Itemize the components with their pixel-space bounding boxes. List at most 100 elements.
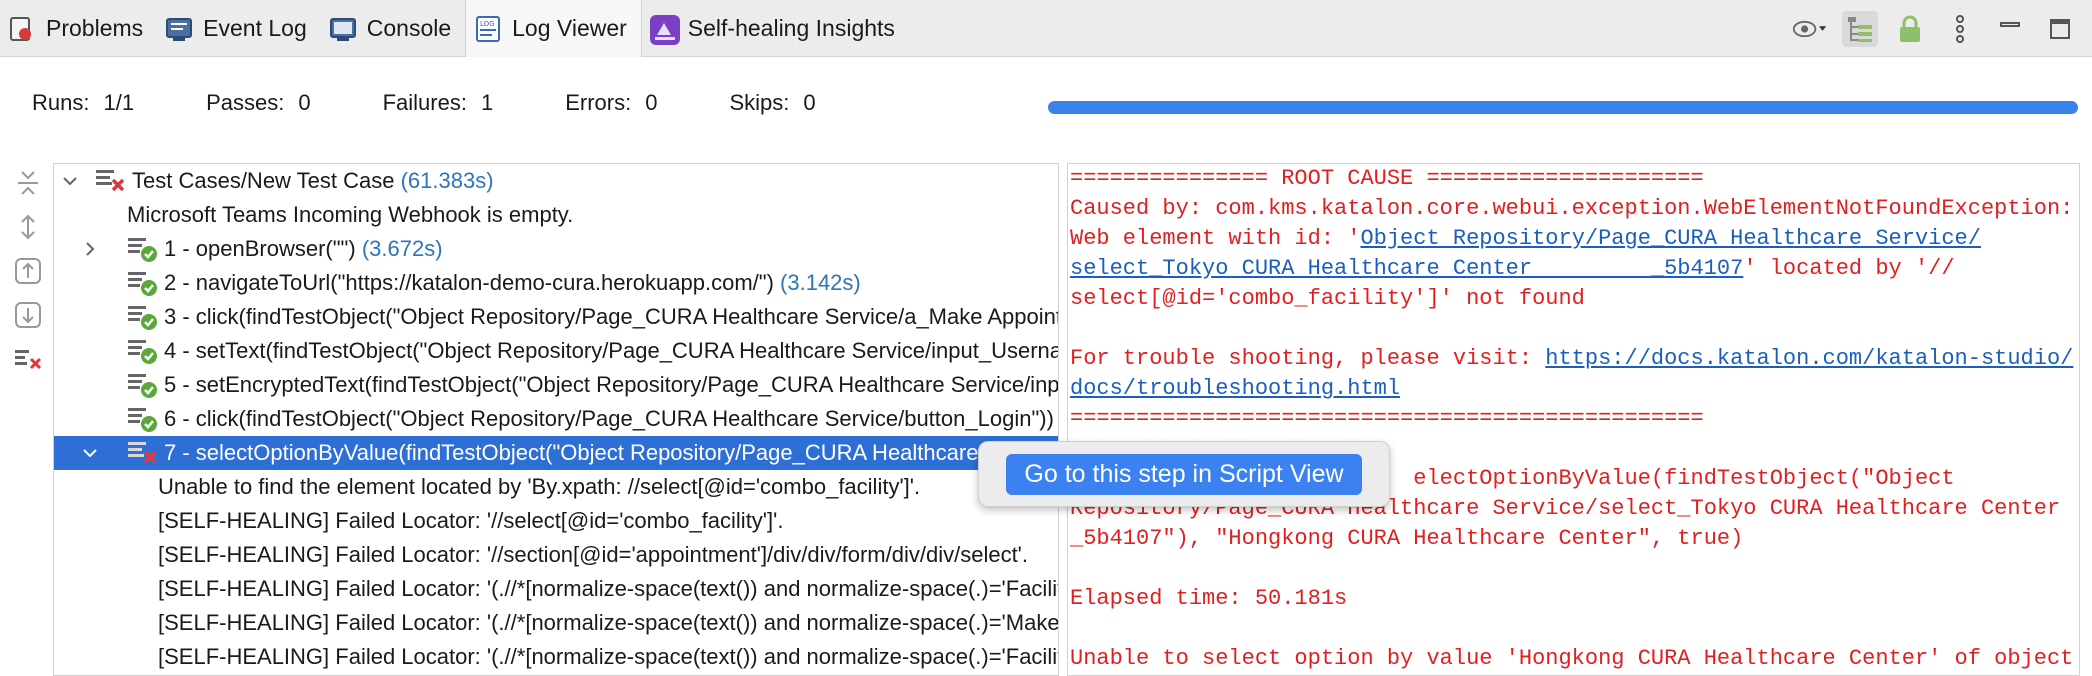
info-message: Microsoft Teams Incoming Webhook is empt… (127, 202, 574, 227)
tree-root-row[interactable]: Test Cases/New Test Case (61.383s) (54, 164, 1058, 198)
skips-label: Skips: (729, 90, 790, 115)
tab-label: Console (366, 15, 452, 41)
collapse-all-icon (18, 171, 38, 195)
lock-icon (1900, 15, 1920, 42)
failures-value: 1 (480, 90, 494, 115)
console-icon (329, 15, 357, 43)
tree-view-toggle[interactable] (1842, 10, 1878, 47)
minimize-icon (2000, 21, 2020, 27)
log-message-row[interactable]: Unable to find the element located by 'B… (54, 470, 1058, 504)
tree-info-row[interactable]: Microsoft Teams Incoming Webhook is empt… (54, 198, 1058, 232)
log-message-row[interactable]: [SELF-HEALING] Failed Locator: '(.//*[no… (54, 640, 1058, 674)
object-repository-link[interactable]: Object Repository/Page_CURA Healthcare S… (1360, 226, 1981, 251)
log-toolbar (10, 165, 50, 385)
step-row-selected[interactable]: 7 - selectOptionByValue(findTestObject("… (54, 436, 1058, 470)
skips-stat: Skips: 0 (729, 90, 815, 116)
failed-test-icon (96, 166, 128, 196)
step-row[interactable]: 2 - navigateToUrl("https://katalon-demo-… (54, 266, 1058, 300)
tab-event-log[interactable]: Event Log (157, 0, 321, 57)
tab-label: Problems (46, 15, 144, 41)
test-case-name: Test Cases/New Test Case (132, 168, 395, 193)
failures-filter-icon (15, 350, 42, 370)
troubleshooting-link[interactable]: docs/troubleshooting.html (1070, 376, 1400, 401)
failures-stat: Failures: 1 (383, 90, 494, 116)
step-call-line: _5b4107"), "Hongkong CURA Healthcare Cen… (1070, 526, 1744, 551)
step-label: 4 - setText(findTestObject("Object Repos… (164, 338, 1058, 363)
arrow-up-icon (15, 258, 41, 284)
log-message: [SELF-HEALING] Failed Locator: '(.//*[no… (158, 610, 1059, 635)
runs-stat: Runs: 1/1 (32, 90, 134, 116)
eye-filter-dropdown[interactable] (1792, 11, 1828, 47)
expand-all-button[interactable] (10, 209, 46, 245)
message-text: ' located by '// (1743, 256, 1955, 281)
passed-step-icon (128, 336, 160, 366)
step-row[interactable]: 1 - openBrowser("") (3.672s) (54, 232, 1058, 266)
minimize-button[interactable] (1992, 11, 2028, 47)
next-failure-button[interactable] (10, 297, 46, 333)
step-label: 1 - openBrowser("") (164, 236, 356, 261)
go-to-script-view-button[interactable]: Go to this step in Script View (1006, 453, 1362, 495)
show-failures-only-button[interactable] (10, 341, 46, 377)
passed-step-icon (128, 302, 160, 332)
tab-console[interactable]: Console (321, 0, 465, 57)
maximize-button[interactable] (2042, 11, 2078, 47)
chevron-down-icon[interactable] (80, 443, 100, 463)
tab-log-viewer[interactable]: LOG Log Viewer (465, 0, 642, 57)
log-message-row[interactable]: [SELF-HEALING] Failed Locator: '(.//*[no… (54, 572, 1059, 606)
passed-step-icon (128, 404, 160, 434)
tab-self-healing-insights[interactable]: Self-healing Insights (642, 0, 909, 57)
tab-label: Event Log (203, 15, 307, 41)
lock-toggle[interactable] (1892, 11, 1928, 47)
log-message: [SELF-HEALING] Failed Locator: '//select… (158, 508, 784, 533)
error-details-panel[interactable]: =============== ROOT CAUSE =============… (1067, 163, 2080, 676)
exception-line: select[@id='combo_facility']' not found (1070, 286, 1585, 311)
log-message: [SELF-HEALING] Failed Locator: '(.//*[no… (158, 576, 1059, 601)
log-message: [SELF-HEALING] Failed Locator: '//sectio… (158, 542, 1028, 567)
expand-all-icon (21, 214, 35, 240)
chevron-down-icon[interactable] (60, 171, 80, 191)
errors-label: Errors: (565, 90, 632, 115)
log-message-row[interactable]: [SELF-HEALING] Failed Locator: '(.//*[no… (54, 606, 1059, 640)
view-tab-bar: Problems Event Log Console LOG Log Viewe… (0, 0, 2092, 57)
run-progress-bar (1048, 101, 2078, 114)
tree-root-label: Test Cases/New Test Case (61.383s) (132, 168, 494, 194)
step-row[interactable]: 3 - click(findTestObject("Object Reposit… (54, 300, 1058, 334)
view-menu-button[interactable] (1942, 11, 1978, 47)
failed-step-icon (128, 438, 160, 468)
step-label: 2 - navigateToUrl("https://katalon-demo-… (164, 270, 774, 295)
previous-failure-button[interactable] (10, 253, 46, 289)
message-text: For trouble shooting, please visit: (1070, 346, 1546, 371)
eye-icon (1792, 20, 1827, 37)
failures-label: Failures: (382, 90, 467, 115)
elapsed-time: Elapsed time: 50.181s (1070, 586, 1348, 611)
object-repository-link[interactable]: select_Tokyo CURA Healthcare Center _5b4… (1070, 256, 1743, 281)
chevron-right-icon[interactable] (80, 239, 100, 259)
self-healing-icon (649, 14, 680, 45)
step-label: 5 - setEncryptedText(findTestObject("Obj… (164, 372, 1059, 397)
exception-line: select_Tokyo CURA Healthcare Center _5b4… (1070, 254, 1955, 284)
more-vertical-icon (1956, 14, 1964, 43)
step-row[interactable]: 6 - click(findTestObject("Object Reposit… (54, 402, 1058, 436)
svg-text:LOG: LOG (480, 20, 495, 28)
tab-problems[interactable]: Problems (0, 0, 157, 57)
log-message-row[interactable]: [SELF-HEALING] Failed Locator: '//sectio… (54, 538, 1058, 572)
skips-value: 0 (803, 90, 816, 115)
errors-value: 0 (645, 90, 658, 115)
troubleshooting-link[interactable]: https://docs.katalon.com/katalon-studio/ (1545, 346, 2073, 371)
separator-line: ========================================… (1070, 406, 1704, 431)
step-label: 6 - click(findTestObject("Object Reposit… (164, 406, 1054, 431)
message-text: Web element with id: ' (1070, 226, 1361, 251)
event-log-icon (165, 15, 193, 43)
troubleshoot-line: docs/troubleshooting.html (1070, 374, 1400, 404)
passed-step-icon (128, 234, 160, 264)
step-duration: (3.142s) (780, 270, 861, 295)
passes-stat: Passes: 0 (206, 90, 311, 116)
view-toolbar (1792, 0, 2092, 57)
log-tree[interactable]: Test Cases/New Test Case (61.383s) Micro… (53, 163, 1059, 676)
log-message-row[interactable]: [SELF-HEALING] Failed Locator: '//select… (54, 504, 1058, 538)
problems-icon (8, 15, 36, 43)
exception-line: Web element with id: 'Object Repository/… (1070, 224, 1981, 254)
collapse-all-button[interactable] (10, 165, 46, 201)
step-row[interactable]: 4 - setText(findTestObject("Object Repos… (54, 334, 1058, 368)
step-row[interactable]: 5 - setEncryptedText(findTestObject("Obj… (54, 368, 1059, 402)
